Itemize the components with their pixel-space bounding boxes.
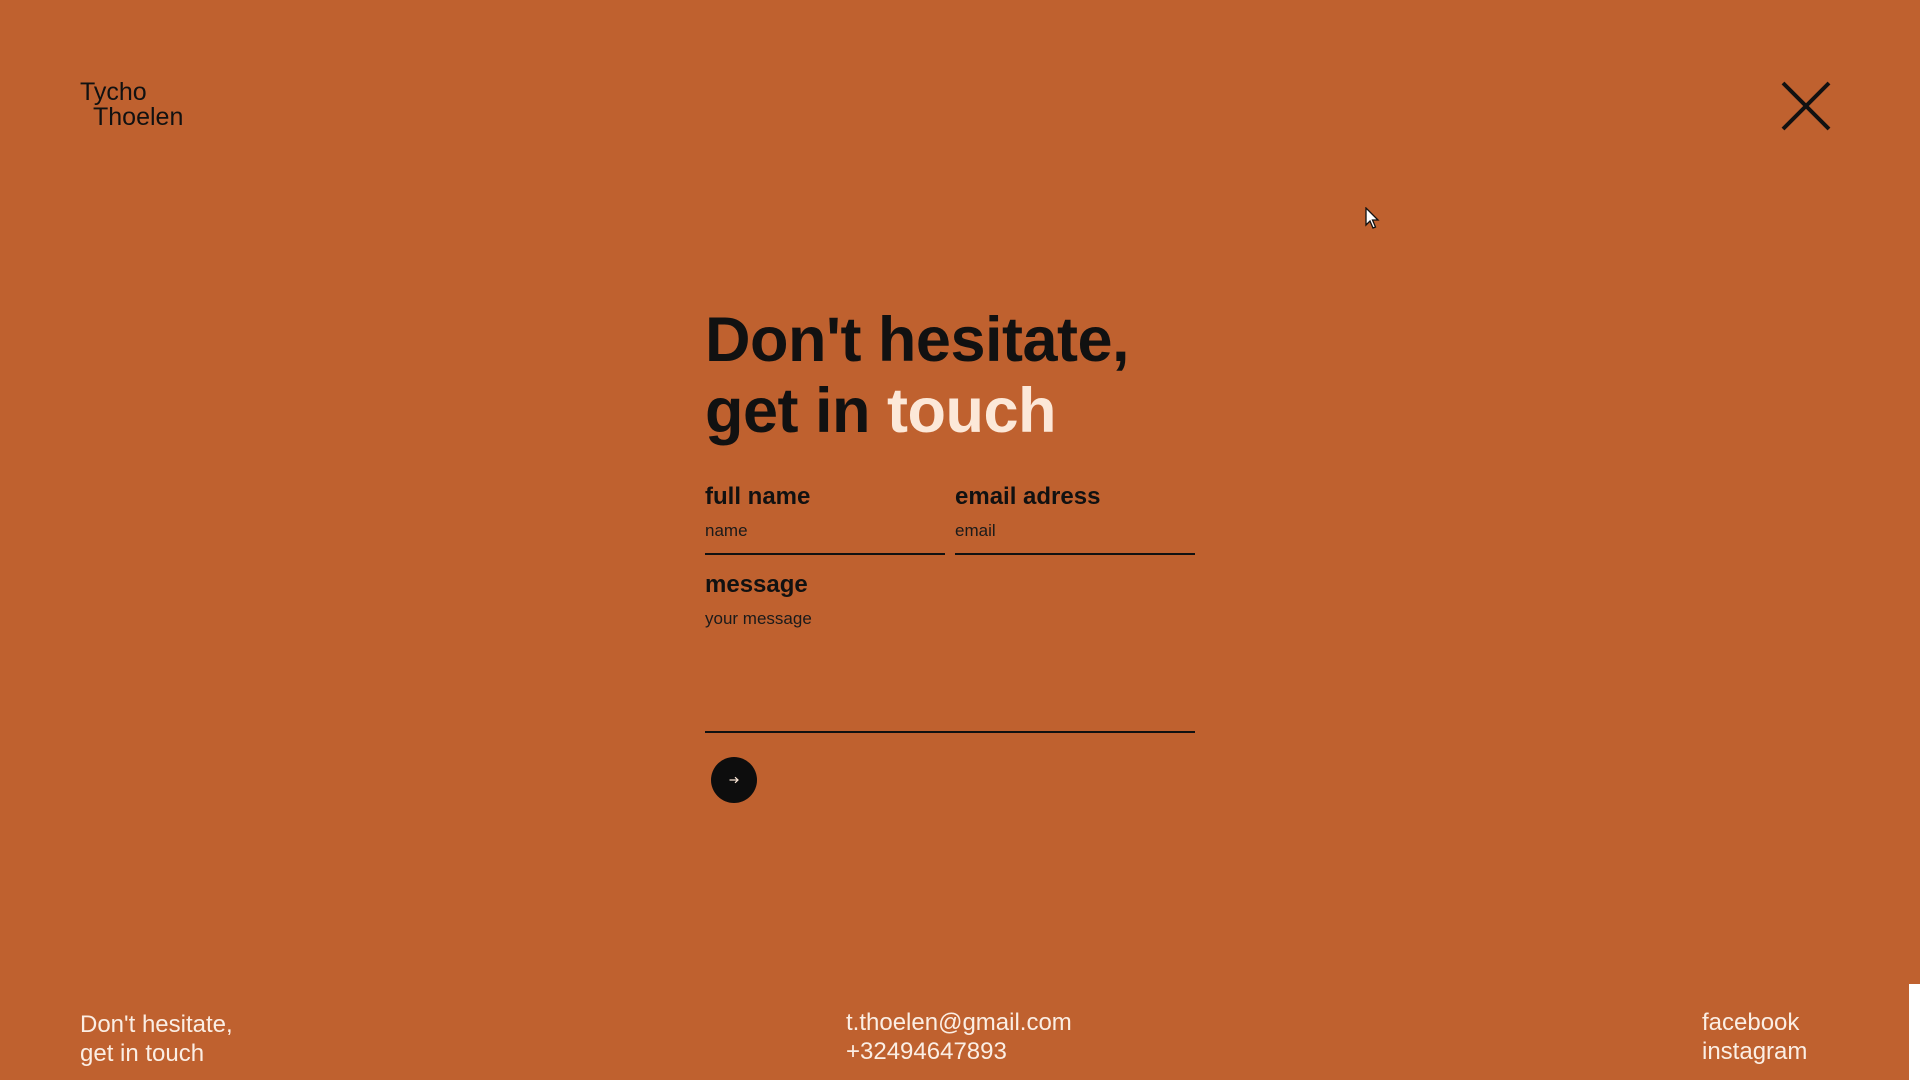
name-email-row: full name email adress — [705, 483, 1195, 555]
title-line-1: Don't hesitate, — [705, 305, 1130, 375]
footer-tagline: Don't hesitate, get in touch — [80, 1010, 233, 1068]
mouse-cursor-icon — [1365, 207, 1380, 229]
message-field-group: message — [705, 571, 1195, 733]
full-name-input[interactable] — [705, 521, 945, 555]
footer-social-links: facebook instagram — [1702, 1008, 1807, 1066]
email-field-group: email adress — [955, 483, 1195, 555]
logo-line-1: Tycho — [80, 78, 147, 106]
footer-email-link[interactable]: t.thoelen@gmail.com — [846, 1008, 1072, 1037]
footer-contact-info: t.thoelen@gmail.com +32494647893 — [846, 1008, 1072, 1066]
title-accent-word: touch — [887, 376, 1056, 446]
facebook-link[interactable]: facebook — [1702, 1008, 1807, 1037]
page-title: Don't hesitate, get in touch — [705, 305, 1195, 447]
title-line-2-prefix: get in — [705, 376, 887, 446]
scrollbar[interactable] — [1909, 0, 1920, 1080]
footer-phone-link[interactable]: +32494647893 — [846, 1037, 1072, 1066]
email-input[interactable] — [955, 521, 1195, 555]
full-name-label: full name — [705, 483, 811, 510]
footer-tagline-line-1: Don't hesitate, — [80, 1011, 233, 1038]
contact-form: Don't hesitate, get in touch full name e… — [705, 305, 1195, 803]
message-label: message — [705, 571, 808, 598]
scrollbar-thumb[interactable] — [1909, 984, 1920, 1080]
footer-tagline-line-2: get in touch — [80, 1040, 205, 1067]
contact-page: Tycho Thoelen Don't hesitate, get in tou… — [0, 0, 1920, 1080]
email-label: email adress — [955, 483, 1101, 510]
logo[interactable]: Tycho Thoelen — [80, 80, 183, 130]
arrow-right-icon — [729, 776, 739, 784]
close-button[interactable] — [1778, 78, 1834, 134]
full-name-field-group: full name — [705, 483, 945, 555]
submit-button[interactable] — [711, 757, 757, 803]
close-icon — [1781, 81, 1831, 131]
logo-line-2: Thoelen — [93, 103, 184, 131]
instagram-link[interactable]: instagram — [1702, 1037, 1807, 1066]
message-textarea[interactable] — [705, 609, 1195, 733]
